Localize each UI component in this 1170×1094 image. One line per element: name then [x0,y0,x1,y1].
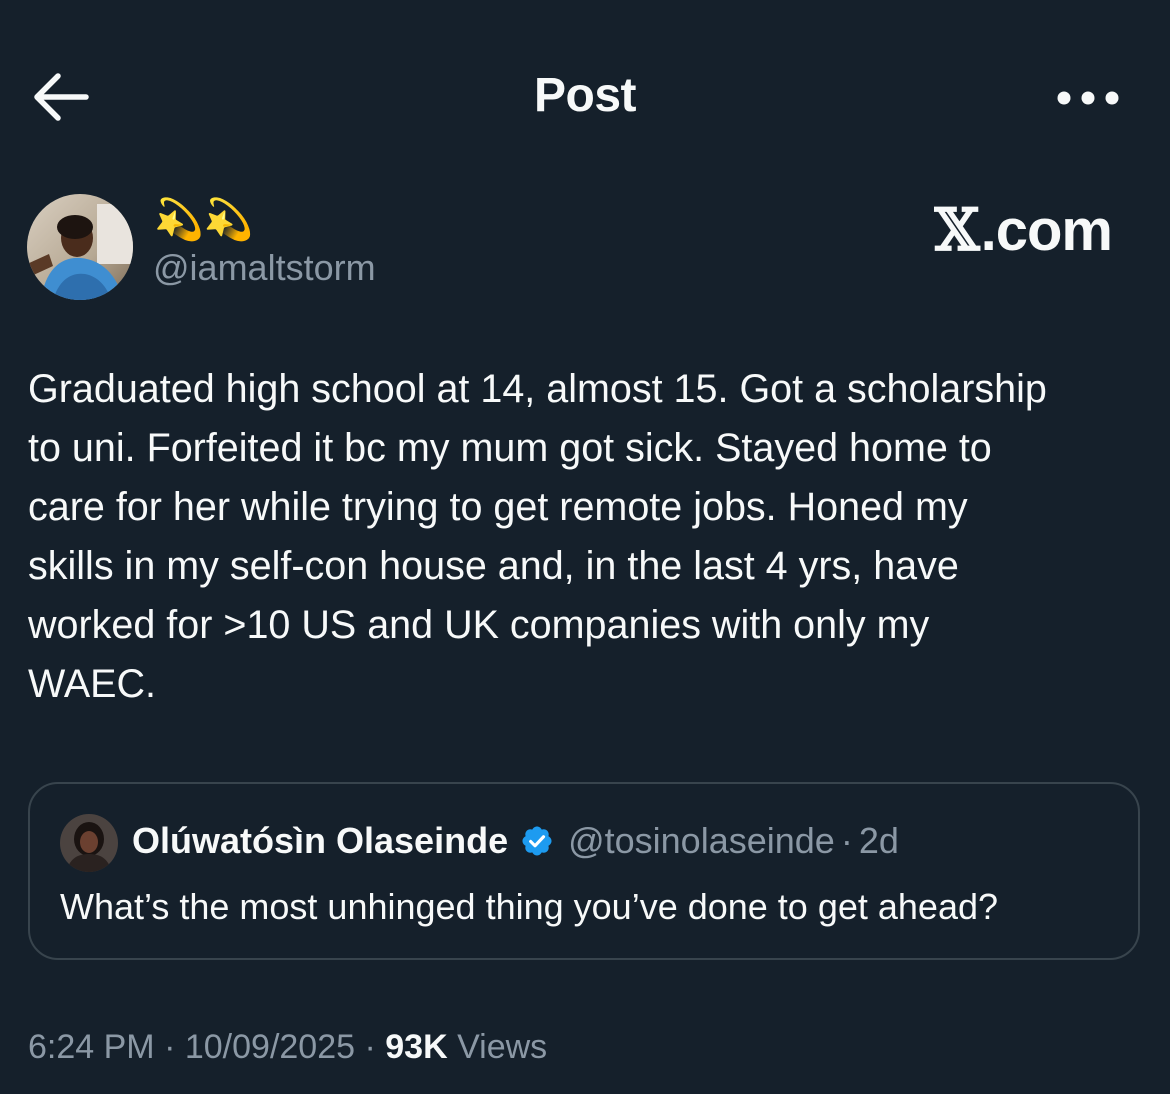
verified-badge-icon [520,824,554,858]
author-avatar-image [27,194,133,300]
quote-timestamp[interactable]: 2d [859,820,899,862]
quote-author-name[interactable]: Olúwatósìn Olaseinde [132,820,508,862]
more-dots-icon [1057,91,1119,105]
quoted-post-card[interactable]: Olúwatósìn Olaseinde @tosinolaseinde · 2… [28,782,1140,960]
author-avatar[interactable] [27,194,133,300]
views-count[interactable]: 93K [385,1028,447,1066]
quote-avatar-image [60,814,118,872]
more-options-button[interactable] [1056,84,1120,112]
x-com-watermark: 𝕏 .com [934,196,1113,264]
post-time[interactable]: 6:24 PM [28,1028,155,1066]
views-label: Views [457,1028,548,1066]
meta-separator: · [364,1028,376,1066]
quote-separator: · [840,820,853,861]
post-detail-page: Post 💫💫 @iamaltstorm 𝕏 .com Graduated hi… [0,0,1170,1094]
post-text: Graduated high school at 14, almost 15. … [28,367,1047,706]
watermark-text: .com [980,197,1113,263]
top-bar: Post [0,0,1170,160]
quote-header: Olúwatósìn Olaseinde @tosinolaseinde · 2… [132,820,899,862]
author-handle[interactable]: @iamaltstorm [153,247,376,289]
x-logo-icon: 𝕏 [934,196,980,264]
quote-text: What’s the most unhinged thing you’ve do… [60,886,999,927]
quote-author-handle[interactable]: @tosinolaseinde [568,820,835,862]
post-date[interactable]: 10/09/2025 [185,1028,355,1066]
quote-author-avatar[interactable] [60,814,118,872]
meta-separator: · [164,1028,176,1066]
author-display-name[interactable]: 💫💫 [154,196,254,244]
page-title: Post [533,69,637,122]
post-metadata: 6:24 PM · 10/09/2025 · 93K Views [28,1028,547,1067]
